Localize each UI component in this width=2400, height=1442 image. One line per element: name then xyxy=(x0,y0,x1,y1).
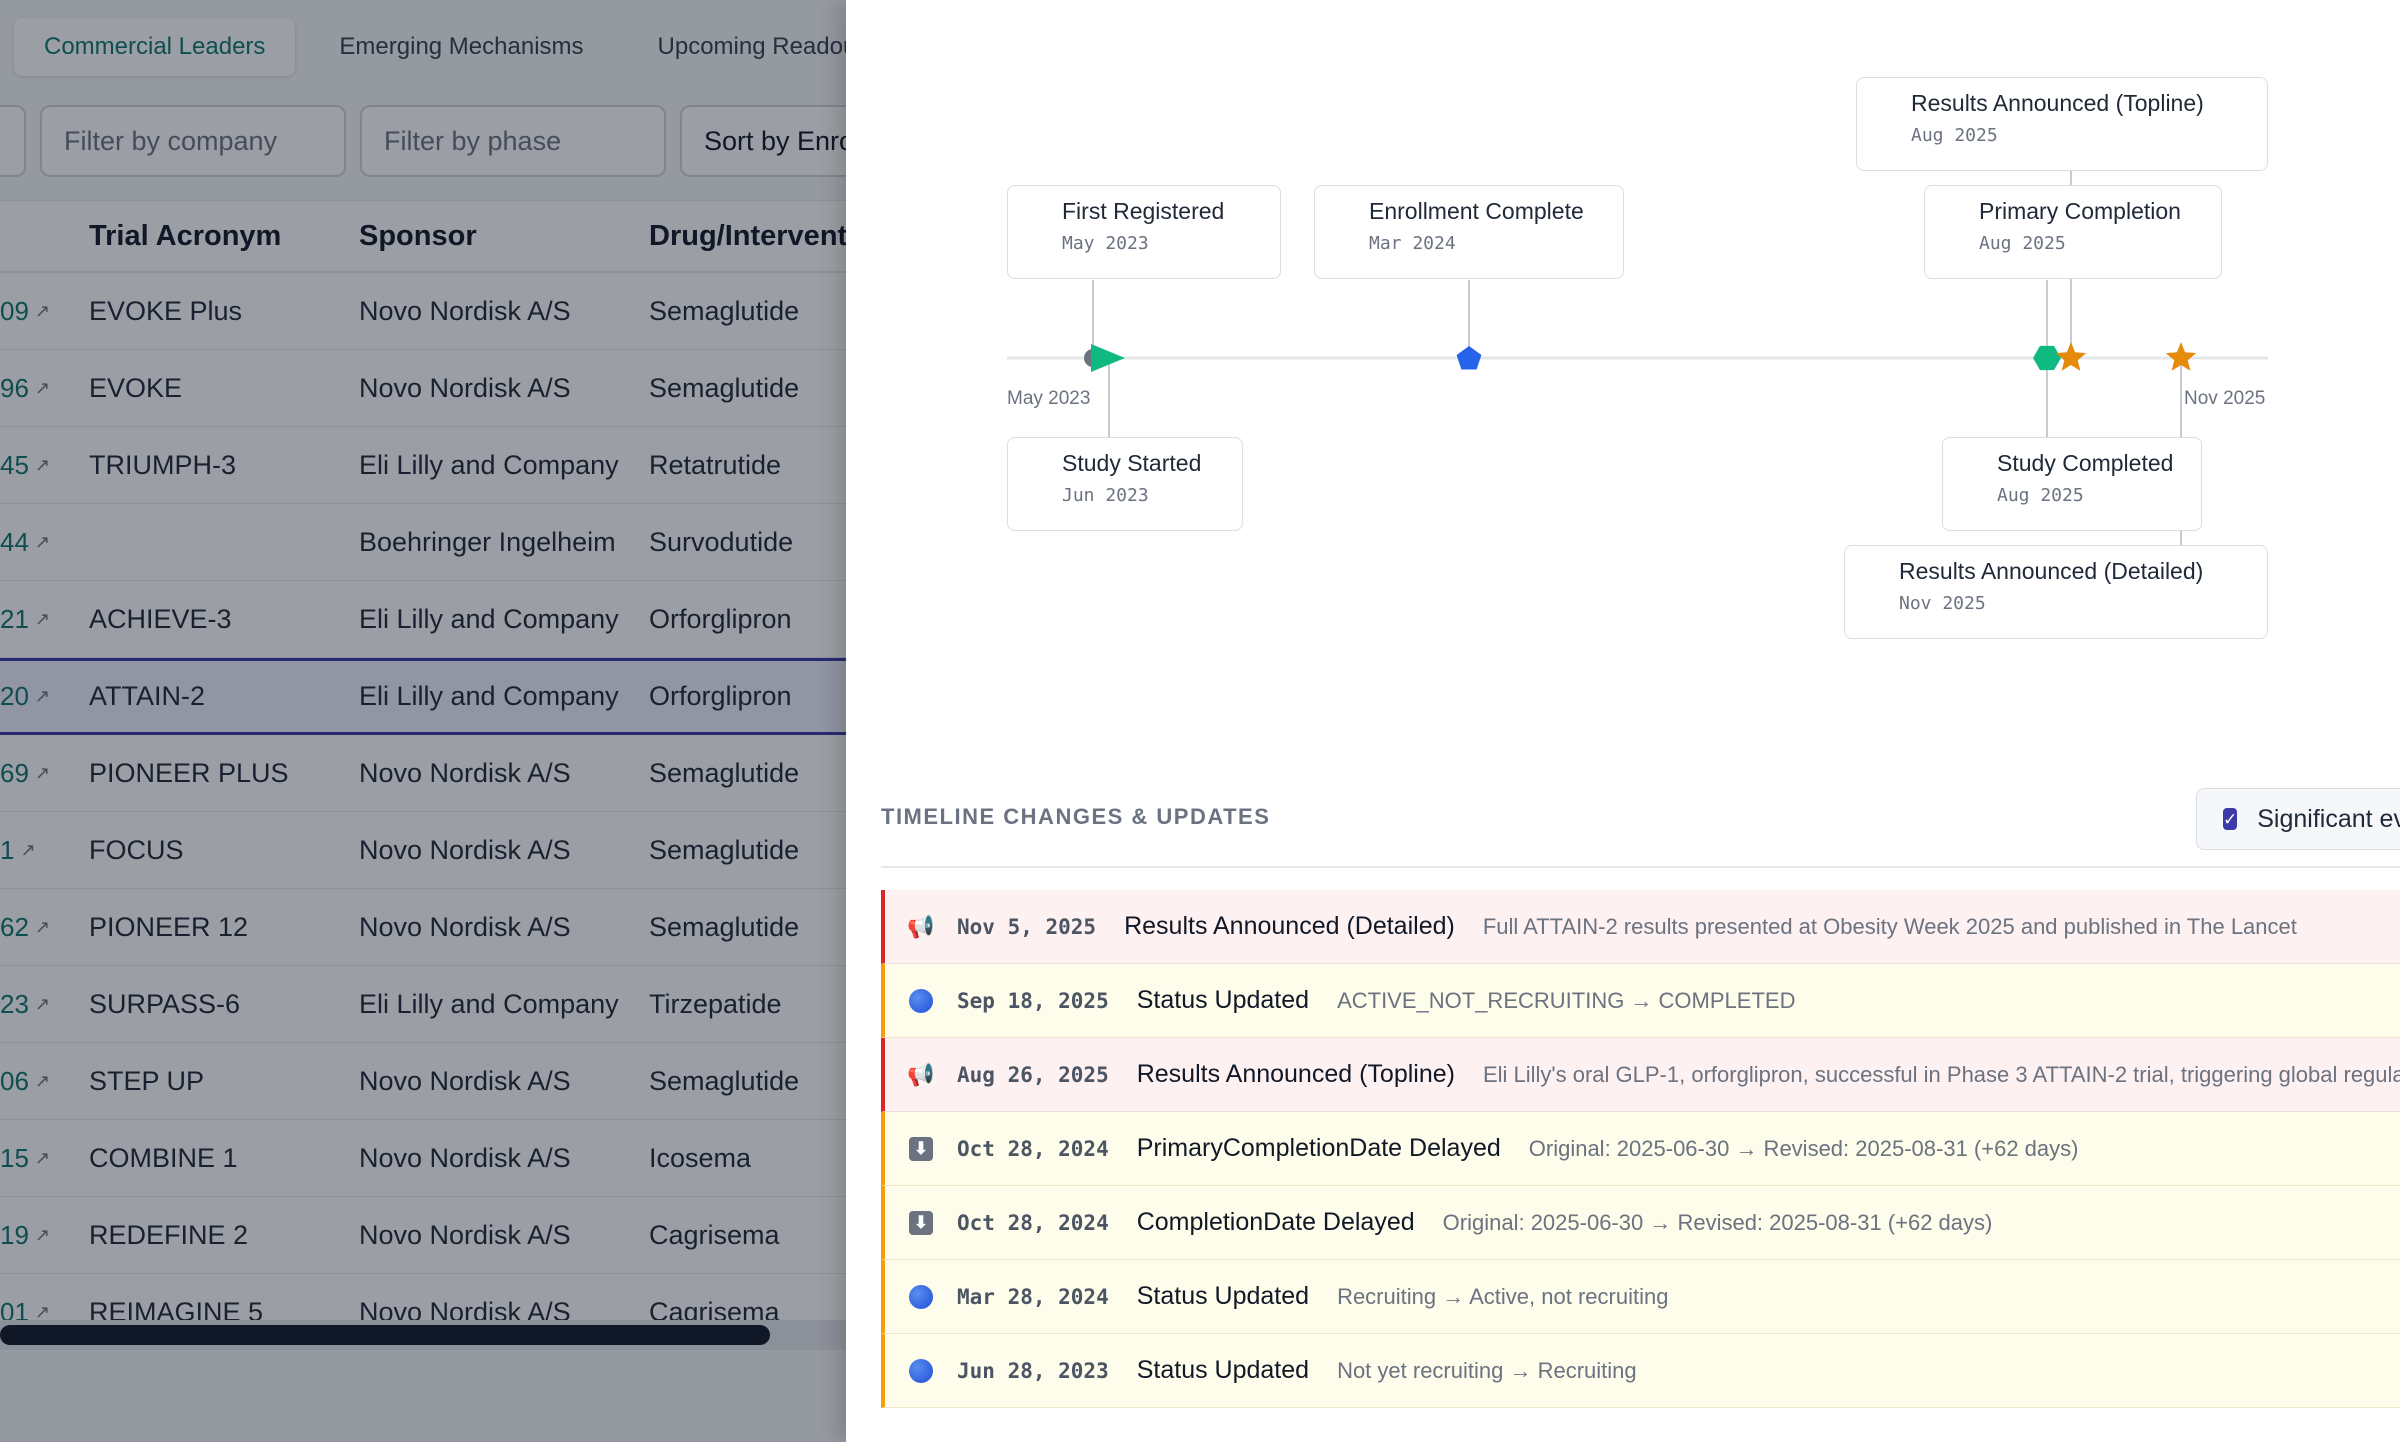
change-date: Sep 18, 2025 xyxy=(957,988,1109,1013)
changes-list: 📢 Nov 5, 2025 Results Announced (Detailed)… xyxy=(881,890,2400,1408)
event-card-results-topline: Results Announced (Topline) Aug 2025 xyxy=(1856,77,2268,171)
divider xyxy=(881,866,2400,868)
change-date: Aug 26, 2025 xyxy=(957,1062,1109,1087)
results-topline-star-marker xyxy=(2055,342,2087,371)
down-arrow-icon: ⬇ xyxy=(909,1210,933,1235)
significant-only-toggle[interactable]: ✓ Significant events only xyxy=(2196,788,2400,850)
event-date: Aug 2025 xyxy=(1911,125,1998,146)
change-icon: 📢 xyxy=(885,1062,957,1088)
event-card-results-detailed: Results Announced (Detailed) Nov 2025 xyxy=(1844,545,2268,639)
event-card-primary-completion: Primary Completion Aug 2025 xyxy=(1924,185,2222,279)
event-date: Aug 2025 xyxy=(1997,485,2084,506)
change-date: Mar 28, 2024 xyxy=(957,1284,1109,1309)
trial-detail-drawer: First Registered May 2023 Study Started … xyxy=(846,0,2400,1442)
change-date: Oct 28, 2024 xyxy=(957,1136,1109,1161)
change-type: Results Announced (Topline) xyxy=(1136,1060,1455,1088)
megaphone-icon: 📢 xyxy=(907,913,935,939)
megaphone-icon: 📢 xyxy=(907,1061,935,1087)
event-title: Results Announced (Topline) xyxy=(1911,90,2204,116)
change-date: Nov 5, 2025 xyxy=(957,914,1097,939)
timeline-start-label: May 2023 xyxy=(1007,388,1091,409)
event-date: Mar 2024 xyxy=(1369,233,1456,254)
change-row: ⬇ Oct 28, 2024 PrimaryCompletionDate Delay… xyxy=(881,1112,2400,1186)
change-icon xyxy=(885,1284,957,1309)
change-row: ⬇ Oct 28, 2024 CompletionDate Delayed Origi… xyxy=(881,1186,2400,1260)
completion-hexagon-marker xyxy=(2033,345,2061,371)
event-card-study-completed: Study Completed Aug 2025 xyxy=(1942,437,2202,531)
change-row: Mar 28, 2024 Status Updated Recruiting → A… xyxy=(881,1260,2400,1334)
change-type: PrimaryCompletionDate Delayed xyxy=(1136,1134,1501,1162)
significant-only-label: Significant events only xyxy=(2257,804,2400,833)
change-icon xyxy=(885,988,957,1013)
blue-dot-icon xyxy=(909,1358,933,1383)
event-date: May 2023 xyxy=(1062,233,1149,254)
event-title: Enrollment Complete xyxy=(1369,198,1584,224)
enrollment-pentagon-marker xyxy=(1456,346,1482,370)
section-title: TIMELINE CHANGES & UPDATES xyxy=(881,804,1271,829)
change-description: Recruiting → Active, not recruiting xyxy=(1337,1283,1669,1309)
change-description: Eli Lilly's oral GLP-1, orforglipron, su… xyxy=(1482,1061,2400,1087)
change-type: CompletionDate Delayed xyxy=(1136,1208,1415,1236)
blue-dot-icon xyxy=(909,988,933,1013)
change-type: Status Updated xyxy=(1136,986,1310,1014)
change-row: Jun 28, 2023 Status Updated Not yet recrui… xyxy=(881,1334,2400,1408)
event-title: Study Started xyxy=(1062,450,1202,476)
checkbox-checked-icon[interactable]: ✓ xyxy=(2223,808,2238,830)
event-card-first-registered: First Registered May 2023 xyxy=(1007,185,1281,279)
change-description: Original: 2025-06-30 → Revised: 2025-08-… xyxy=(1528,1135,2079,1161)
event-title: First Registered xyxy=(1062,198,1225,224)
event-title: Study Completed xyxy=(1997,450,2174,476)
event-card-enrollment-complete: Enrollment Complete Mar 2024 xyxy=(1314,185,1624,279)
change-description: Full ATTAIN-2 results presented at Obesi… xyxy=(1482,913,2297,939)
event-card-study-started: Study Started Jun 2023 xyxy=(1007,437,1243,531)
change-icon xyxy=(885,1358,957,1383)
change-description: Not yet recruiting → Recruiting xyxy=(1337,1357,1637,1383)
change-icon: 📢 xyxy=(885,914,957,940)
change-type: Status Updated xyxy=(1136,1282,1310,1310)
change-icon: ⬇ xyxy=(885,1136,957,1161)
change-row: Sep 18, 2025 Status Updated ACTIVE_NOT_REC… xyxy=(881,964,2400,1038)
change-date: Oct 28, 2024 xyxy=(957,1210,1109,1235)
change-icon: ⬇ xyxy=(885,1210,957,1235)
change-description: Original: 2025-06-30 → Revised: 2025-08-… xyxy=(1442,1209,1993,1235)
change-date: Jun 28, 2023 xyxy=(957,1358,1109,1383)
timeline-end-label: Nov 2025 xyxy=(2184,388,2266,409)
change-description: ACTIVE_NOT_RECRUITING → COMPLETED xyxy=(1337,987,1796,1013)
change-type: Status Updated xyxy=(1136,1356,1310,1384)
event-date: Nov 2025 xyxy=(1899,593,1986,614)
down-arrow-icon: ⬇ xyxy=(909,1136,933,1161)
change-type: Results Announced (Detailed) xyxy=(1124,912,1455,940)
event-title: Primary Completion xyxy=(1979,198,2181,224)
event-date: Jun 2023 xyxy=(1062,485,1149,506)
change-row: 📢 Nov 5, 2025 Results Announced (Detailed)… xyxy=(881,890,2400,964)
change-row: 📢 Aug 26, 2025 Results Announced (Topline)… xyxy=(881,1038,2400,1112)
event-date: Aug 2025 xyxy=(1979,233,2066,254)
blue-dot-icon xyxy=(909,1284,933,1309)
event-title: Results Announced (Detailed) xyxy=(1899,558,2204,584)
